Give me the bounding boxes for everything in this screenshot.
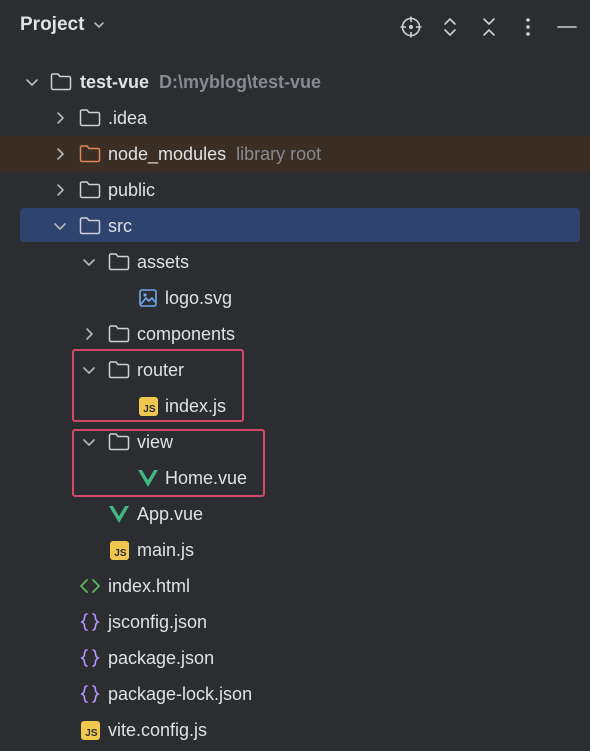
chevron-right-icon[interactable] xyxy=(52,110,68,126)
tree-row-logo-svg[interactable]: logo.svg xyxy=(0,280,590,316)
image-file-icon xyxy=(137,288,159,308)
target-icon[interactable] xyxy=(398,14,424,40)
tree-row-package-lock-json[interactable]: package-lock.json xyxy=(0,676,590,712)
folder-icon xyxy=(79,216,101,236)
tree-item-label: src xyxy=(108,215,132,236)
tree-item-label: .idea xyxy=(108,107,148,128)
minimize-icon[interactable] xyxy=(554,14,580,40)
html-file-icon xyxy=(79,576,101,596)
tree-item-label: App.vue xyxy=(137,503,204,524)
js-file-icon: JS xyxy=(108,540,130,560)
chevron-right-icon[interactable] xyxy=(81,326,97,342)
project-tool-window: Project test-vue D:\myblog\test-vue .ide… xyxy=(0,0,590,751)
tree-item-path-hint: D:\myblog\test-vue xyxy=(159,71,322,92)
tree-item-label: main.js xyxy=(137,539,195,560)
tree-item-label: public xyxy=(108,179,156,200)
js-badge: JS xyxy=(80,720,100,740)
folder-icon xyxy=(108,252,130,272)
chevron-down-icon[interactable] xyxy=(24,74,40,90)
tree-item-label: jsconfig.json xyxy=(108,611,208,632)
tree-item-label: logo.svg xyxy=(165,287,233,308)
tree-item-label: node_modules xyxy=(108,143,227,164)
chevron-right-icon[interactable] xyxy=(52,146,68,162)
chevron-down-icon[interactable] xyxy=(81,254,97,270)
tree-item-label: assets xyxy=(137,251,190,272)
more-icon[interactable] xyxy=(515,14,541,40)
tree-item-label: test-vue xyxy=(80,71,150,92)
tree-row-jsconfig-json[interactable]: jsconfig.json xyxy=(0,604,590,640)
tree-row-idea[interactable]: .idea xyxy=(0,100,590,136)
tree-row-test-vue[interactable]: test-vue D:\myblog\test-vue xyxy=(0,64,590,100)
expand-icon[interactable] xyxy=(437,14,463,40)
tree-row-src[interactable]: src xyxy=(0,208,590,244)
folder-icon xyxy=(79,108,101,128)
tree-row-index-html[interactable]: index.html xyxy=(0,568,590,604)
tree-item-label: vite.config.js xyxy=(108,719,208,740)
tool-window-header: Project xyxy=(0,0,590,56)
tree-row-main-js[interactable]: JS main.js xyxy=(0,532,590,568)
json-file-icon xyxy=(79,612,101,632)
tree-row-assets[interactable]: assets xyxy=(0,244,590,280)
tree-item-label: package-lock.json xyxy=(108,683,253,704)
tree-item-library-hint: library root xyxy=(236,143,322,164)
json-file-icon xyxy=(79,684,101,704)
json-file-icon xyxy=(79,648,101,668)
tree-item-label: index.html xyxy=(108,575,191,596)
router-highlight-box xyxy=(72,349,244,422)
tree-row-app-vue[interactable]: App.vue xyxy=(0,496,590,532)
js-badge: JS xyxy=(109,540,129,560)
js-file-icon: JS xyxy=(79,720,101,740)
collapse-icon[interactable] xyxy=(476,14,502,40)
tree-row-components[interactable]: components xyxy=(0,316,590,352)
chevron-right-icon[interactable] xyxy=(52,182,68,198)
tool-window-title: Project xyxy=(20,14,85,35)
tree-row-public[interactable]: public xyxy=(0,172,590,208)
folder-icon xyxy=(79,180,101,200)
project-view-selector[interactable]: Project xyxy=(20,14,106,36)
tree-item-label: components xyxy=(137,323,236,344)
folder-icon xyxy=(50,72,72,92)
tree-row-package-json[interactable]: package.json xyxy=(0,640,590,676)
folder-icon-excluded xyxy=(79,144,101,164)
vue-file-icon xyxy=(108,504,130,524)
chevron-down-icon xyxy=(94,22,105,28)
view-highlight-box xyxy=(72,429,265,497)
tree-row-vite-config-js[interactable]: JS vite.config.js xyxy=(0,712,590,748)
tree-item-label: package.json xyxy=(108,647,215,668)
chevron-down-icon[interactable] xyxy=(52,218,68,234)
tree-row-node-modules[interactable]: node_modules library root xyxy=(0,136,590,172)
folder-icon xyxy=(108,324,130,344)
